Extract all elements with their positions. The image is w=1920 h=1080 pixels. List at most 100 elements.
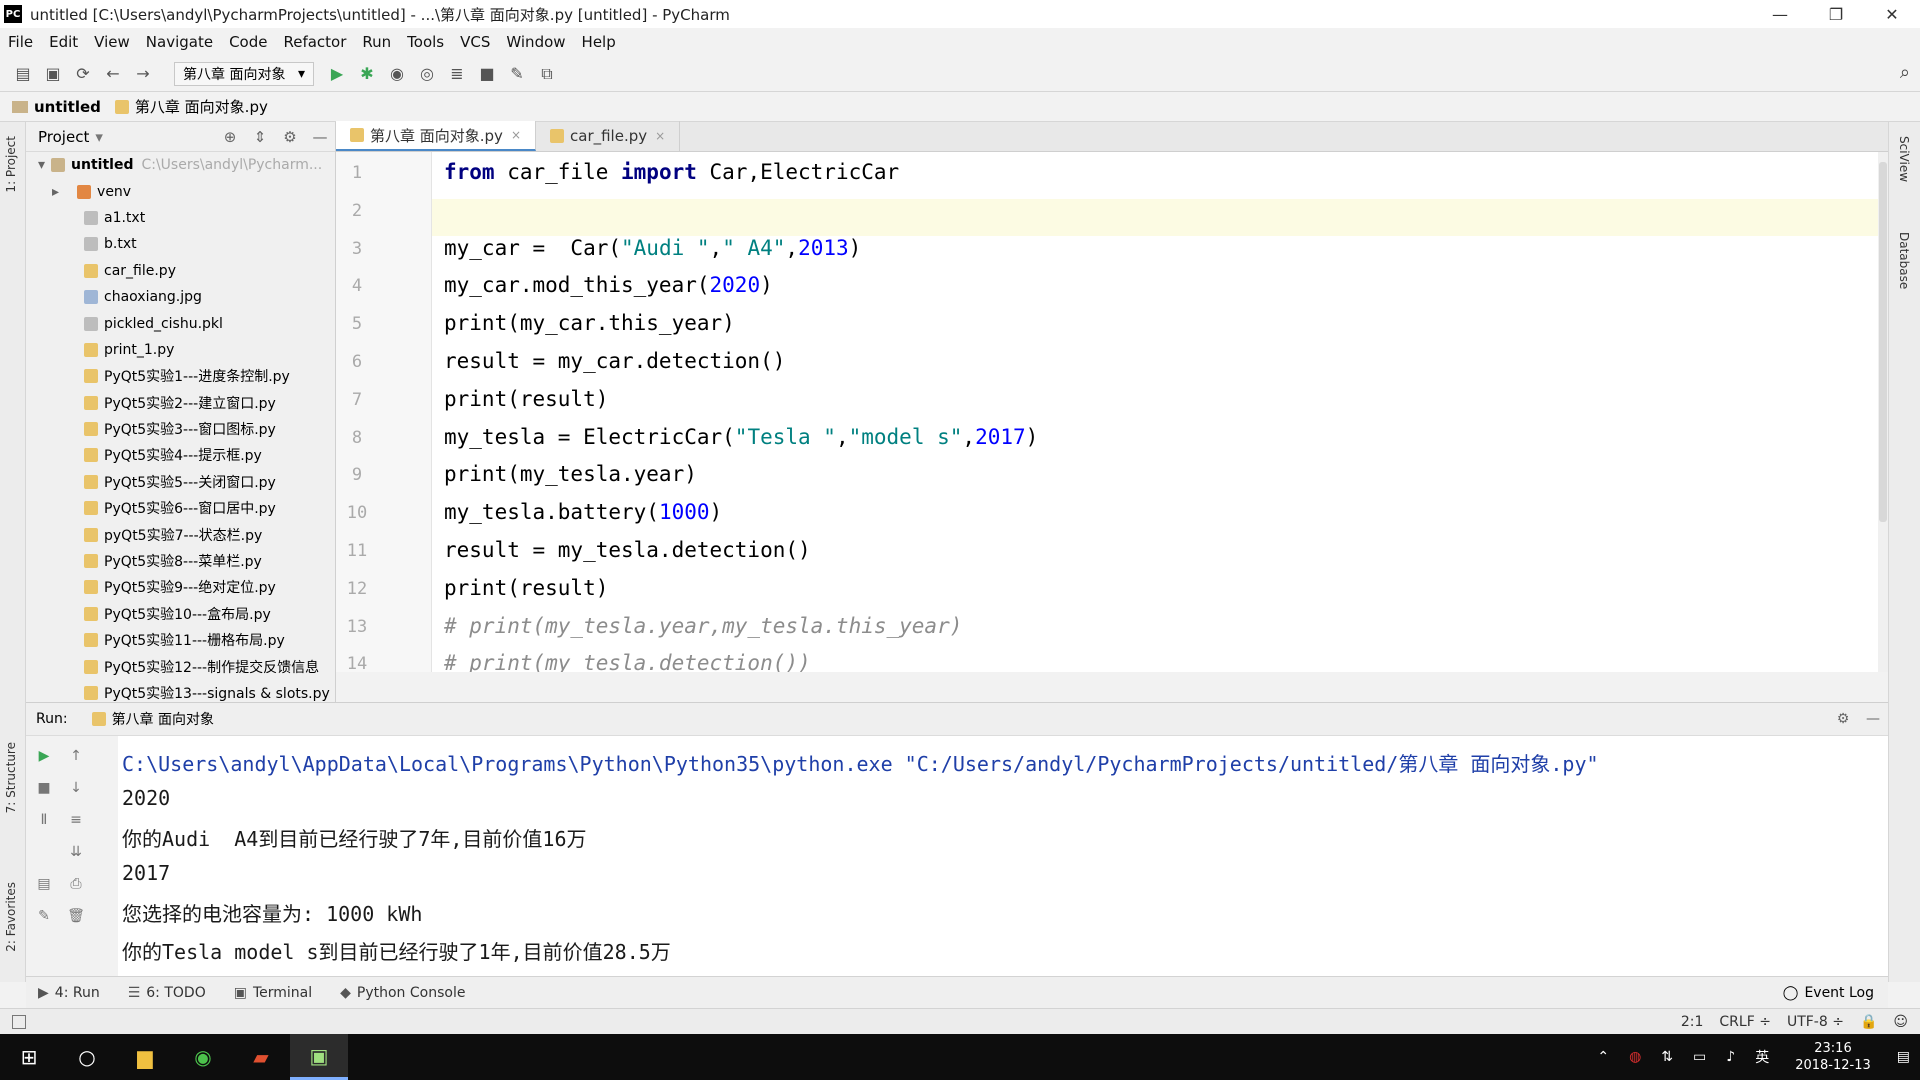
save-icon[interactable]: ▣ [38,60,68,88]
restore-icon[interactable]: ❐ [1808,0,1864,28]
project-structure-icon[interactable]: ⧉ [532,60,562,88]
scrollbar-thumb[interactable] [1879,162,1887,522]
menu-item-navigate[interactable]: Navigate [146,33,213,51]
code-line[interactable]: print(my_car.this_year) [444,311,735,335]
scroll-to-end-icon[interactable]: ⇊ [64,840,88,864]
forward-arrow-icon[interactable]: → [128,60,158,88]
code-editor[interactable]: 1 2 3 4 5 6 7 8 9 10 11 12 13 14 from car_file import… [336,152,1888,672]
code-line[interactable]: print(result) [444,576,608,600]
rerun-icon[interactable]: ▶ [32,744,56,768]
tree-root[interactable]: ▾ untitled C:\Users\andyl\Pycharm... [26,152,335,178]
tree-item[interactable]: PyQt5实验10---盒布局.py [26,601,335,627]
tree-item[interactable]: PyQt5实验6---窗口居中.py [26,495,335,521]
side-tab-favorites[interactable]: 2: Favorites [4,882,18,952]
minimize-icon[interactable]: — [1752,0,1808,28]
menu-item-help[interactable]: Help [582,33,616,51]
menu-item-run[interactable]: Run [362,33,391,51]
code-line[interactable]: # print(my_tesla.year,my_tesla.this_year… [444,614,962,638]
chevron-right-icon[interactable]: ▸ [52,184,59,200]
up-arrow-icon[interactable]: ↑ [64,744,88,768]
hide-icon[interactable]: — [305,128,335,146]
profile-icon[interactable]: ◎ [412,60,442,88]
tree-item[interactable]: PyQt5实验5---关闭窗口.py [26,469,335,495]
file-encoding[interactable]: UTF-8 ÷ [1787,1014,1844,1030]
breadcrumb-project[interactable]: untitled [12,98,101,116]
toggle-tool-windows-icon[interactable] [12,1014,26,1029]
code-line[interactable]: my_tesla = ElectricCar("Tesla ","model s… [444,425,1038,449]
close-icon[interactable]: × [655,129,665,143]
tree-item[interactable]: PyQt5实验4---提示框.py [26,442,335,468]
code-line[interactable]: print(my_tesla.year) [444,462,697,486]
back-arrow-icon[interactable]: ← [98,60,128,88]
search-icon[interactable]: ⌕ [1900,62,1910,83]
code-line[interactable]: my_tesla.battery(1000) [444,500,722,524]
tree-item[interactable]: pickled_cishu.pkl [26,310,335,336]
menu-item-window[interactable]: Window [506,33,565,51]
battery-icon[interactable]: ▭ [1693,1049,1706,1065]
code-line[interactable]: result = my_car.detection() [444,349,785,373]
tree-item[interactable]: a1.txt [26,205,335,231]
tool-tab[interactable]: ▣ Terminal [234,985,312,1001]
tree-item[interactable]: PyQt5实验2---建立窗口.py [26,390,335,416]
run-icon[interactable]: ▶ [322,60,352,88]
code-line[interactable]: print(result) [444,387,608,411]
code-line[interactable]: from car_file import Car,ElectricCar [444,160,899,184]
menu-item-refactor[interactable]: Refactor [283,33,346,51]
tool-tab[interactable]: ◆ Python Console [340,985,465,1001]
collapse-all-icon[interactable]: ⇕ [245,128,275,146]
tree-item[interactable]: PyQt5实验8---菜单栏.py [26,548,335,574]
file-explorer-icon[interactable]: ▆ [116,1034,174,1080]
settings-wrench-icon[interactable]: ✎ [502,60,532,88]
tree-item[interactable]: print_1.py [26,337,335,363]
open-folder-icon[interactable]: ▤ [8,60,38,88]
tree-item[interactable]: PyQt5实验9---绝对定位.py [26,574,335,600]
menu-item-tools[interactable]: Tools [407,33,444,51]
side-tab-project[interactable]: 1: Project [4,136,18,193]
caret-position[interactable]: 2:1 [1681,1014,1704,1030]
print-icon[interactable]: ⎙ [64,872,88,896]
gear-icon[interactable]: ⚙ [275,128,305,146]
inspector-icon[interactable]: ☺ [1893,1014,1908,1030]
menu-item-file[interactable]: File [8,33,33,51]
locate-icon[interactable]: ⊕ [215,128,245,146]
pin-icon[interactable]: ✎ [32,904,56,928]
network-icon[interactable]: ⇅ [1661,1049,1673,1065]
restore-layout-icon[interactable]: ▤ [32,872,56,896]
tree-item[interactable]: PyQt5实验3---窗口图标.py [26,416,335,442]
chevron-up-icon[interactable]: ⌃ [1597,1049,1609,1065]
cortana-search-icon[interactable]: ○ [58,1034,116,1080]
sync-icon[interactable]: ⟳ [68,60,98,88]
breadcrumb-file[interactable]: 第八章 面向对象.py [114,96,268,117]
run-configuration-select[interactable]: 第八章 面向对象 ▾ [174,61,314,86]
menu-item-code[interactable]: Code [229,33,267,51]
soft-wrap-icon[interactable]: ≡ [64,808,88,832]
down-arrow-icon[interactable]: ↓ [64,776,88,800]
event-log-button[interactable]: ◯ Event Log [1783,985,1874,1001]
powerpoint-icon[interactable]: ▰ [232,1034,290,1080]
code-line[interactable]: my_car = Car("Audi "," A4",2013) [444,236,861,260]
line-separator[interactable]: CRLF ÷ [1719,1014,1771,1030]
project-panel-title[interactable]: Project [38,128,89,146]
side-tab-structure[interactable]: 7: Structure [4,742,18,813]
tree-item[interactable]: ▸ venv [26,178,335,204]
tree-item[interactable]: chaoxiang.jpg [26,284,335,310]
tree-item[interactable]: PyQt5实验12---制作提交反馈信息 [26,653,335,679]
taskbar-clock[interactable]: 23:16 2018-12-13 [1795,1040,1871,1074]
tree-item[interactable]: b.txt [26,231,335,257]
notifications-icon[interactable]: ▤ [1897,1049,1910,1065]
editor-scrollbar[interactable] [1878,152,1888,672]
editor-tab[interactable]: car_file.py × [536,121,681,151]
trash-icon[interactable]: 🗑 [64,904,88,928]
stop-icon[interactable]: ■ [32,776,56,800]
code-line[interactable]: result = my_tesla.detection() [444,538,811,562]
tool-tab[interactable]: ☰ 6: TODO [128,985,206,1001]
pause-icon[interactable]: Ⅱ [32,808,56,832]
run-tab[interactable]: 第八章 面向对象 [82,709,224,729]
concurrency-icon[interactable]: ≣ [442,60,472,88]
lock-icon[interactable]: 🔒 [1860,1014,1877,1030]
chevron-down-icon[interactable]: ▾ [95,128,103,146]
editor-tab[interactable]: 第八章 面向对象.py × [336,121,536,151]
menu-item-edit[interactable]: Edit [49,33,78,51]
coverage-icon[interactable]: ◉ [382,60,412,88]
menu-item-vcs[interactable]: VCS [460,33,490,51]
